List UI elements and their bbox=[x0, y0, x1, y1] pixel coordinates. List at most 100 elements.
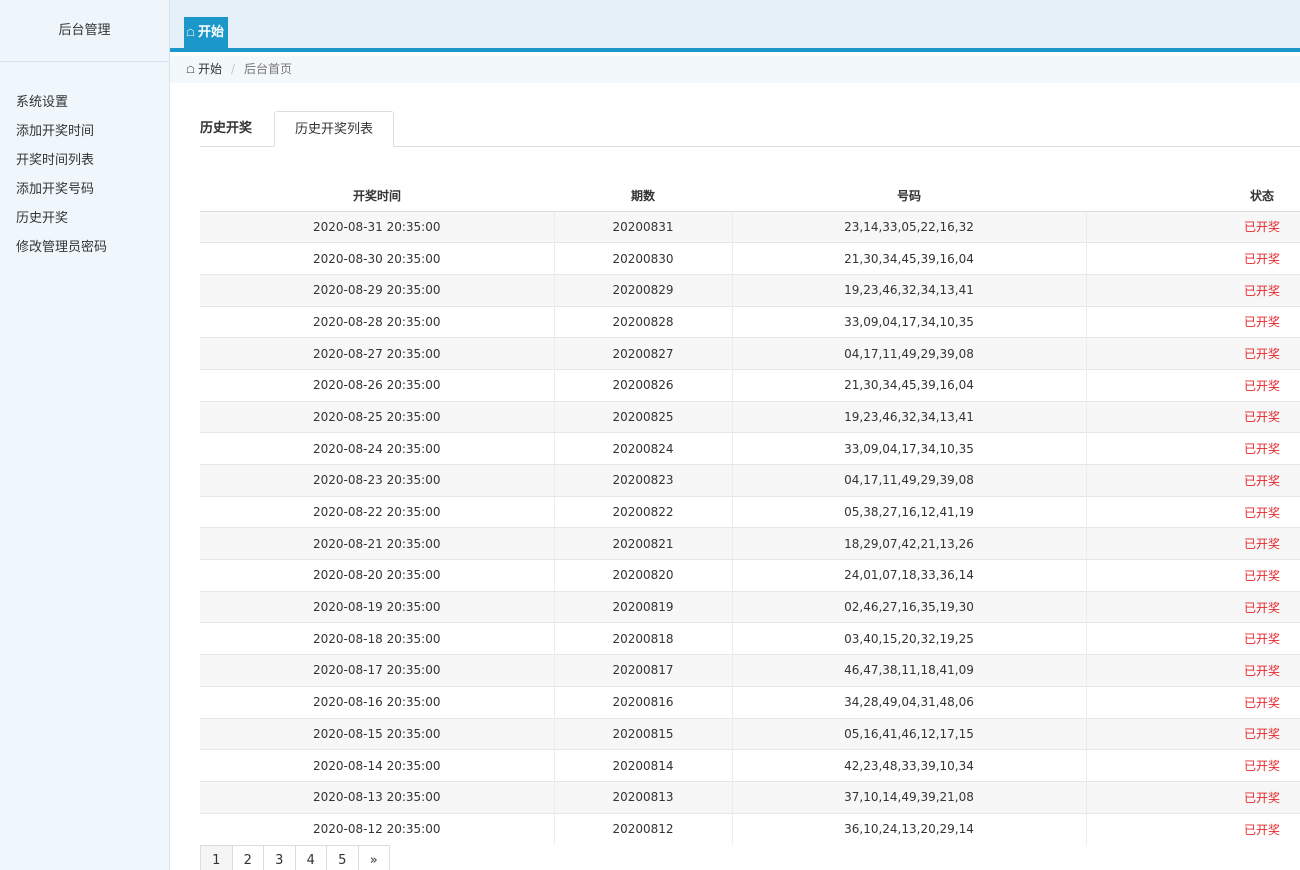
sidebar-item-add-draw-time[interactable]: 添加开奖时间 bbox=[0, 117, 169, 146]
cell-status: 已开奖 bbox=[1086, 464, 1300, 497]
table-row: 2020-08-31 20:35:00 20200831 23,14,33,05,2… bbox=[200, 210, 1300, 243]
home-icon: ☖ bbox=[186, 28, 195, 39]
cell-numbers: 24,01,07,18,33,36,14 bbox=[732, 559, 1087, 592]
cell-status: 已开奖 bbox=[1086, 527, 1300, 560]
cell-numbers: 02,46,27,16,35,19,30 bbox=[732, 590, 1087, 623]
cell-period: 20200828 bbox=[554, 305, 733, 338]
cell-status: 已开奖 bbox=[1086, 780, 1300, 814]
sidebar-item-draw-time-list[interactable]: 开奖时间列表 bbox=[0, 146, 169, 175]
sidebar: 后台管理 系统设置 添加开奖时间 开奖时间列表 添加开奖号码 历史开奖 修改管理… bbox=[0, 0, 170, 870]
cell-draw-time: 2020-08-25 20:35:00 bbox=[200, 400, 555, 433]
table-row: 2020-08-18 20:35:00 20200818 03,40,15,20,3… bbox=[200, 622, 1300, 655]
cell-numbers: 05,38,27,16,12,41,19 bbox=[732, 495, 1087, 528]
draw-history-table-container: 开奖时间 期数 号码 状态 2020-08-31 20:35:00 2020083… bbox=[200, 180, 1300, 845]
sidebar-item-system-settings[interactable]: 系统设置 bbox=[0, 88, 169, 117]
page-button-4[interactable]: 4 bbox=[294, 845, 327, 870]
cell-period: 20200829 bbox=[554, 273, 733, 307]
table-row: 2020-08-23 20:35:00 20200823 04,17,11,49,2… bbox=[200, 464, 1300, 497]
table-header-row: 开奖时间 期数 号码 状态 bbox=[200, 180, 1300, 212]
cell-period: 20200815 bbox=[554, 717, 733, 750]
cell-status: 已开奖 bbox=[1086, 749, 1300, 782]
column-header-period: 期数 bbox=[554, 180, 732, 212]
cell-draw-time: 2020-08-31 20:35:00 bbox=[200, 210, 555, 243]
cell-draw-time: 2020-08-15 20:35:00 bbox=[200, 717, 555, 750]
cell-numbers: 42,23,48,33,39,10,34 bbox=[732, 749, 1087, 782]
table-row: 2020-08-21 20:35:00 20200821 18,29,07,42,2… bbox=[200, 527, 1300, 560]
sidebar-item-draw-history[interactable]: 历史开奖 bbox=[0, 204, 169, 233]
cell-draw-time: 2020-08-19 20:35:00 bbox=[200, 590, 555, 623]
table-row: 2020-08-20 20:35:00 20200820 24,01,07,18,3… bbox=[200, 559, 1300, 592]
cell-period: 20200831 bbox=[554, 210, 733, 243]
page-button-5[interactable]: 5 bbox=[326, 845, 359, 870]
table-row: 2020-08-15 20:35:00 20200815 05,16,41,46,1… bbox=[200, 717, 1300, 750]
table-row: 2020-08-19 20:35:00 20200819 02,46,27,16,3… bbox=[200, 590, 1300, 623]
table-body: 2020-08-31 20:35:00 20200831 23,14,33,05,2… bbox=[200, 210, 1300, 845]
cell-status: 已开奖 bbox=[1086, 242, 1300, 275]
cell-draw-time: 2020-08-22 20:35:00 bbox=[200, 495, 555, 528]
cell-numbers: 19,23,46,32,34,13,41 bbox=[732, 273, 1087, 307]
cell-draw-time: 2020-08-27 20:35:00 bbox=[200, 337, 555, 370]
brand-title: 后台管理 bbox=[0, 0, 169, 62]
cell-period: 20200825 bbox=[554, 400, 733, 433]
cell-period: 20200823 bbox=[554, 464, 733, 497]
page-button-1[interactable]: 1 bbox=[200, 845, 233, 870]
cell-period: 20200824 bbox=[554, 432, 733, 465]
tab-draw-history[interactable]: 历史开奖 bbox=[200, 111, 252, 147]
table-row: 2020-08-17 20:35:00 20200817 46,47,38,11,1… bbox=[200, 654, 1300, 687]
cell-period: 20200813 bbox=[554, 780, 733, 814]
cell-numbers: 05,16,41,46,12,17,15 bbox=[732, 717, 1087, 750]
table-row: 2020-08-16 20:35:00 20200816 34,28,49,04,3… bbox=[200, 685, 1300, 718]
cell-period: 20200818 bbox=[554, 622, 733, 655]
page-next-button[interactable]: » bbox=[357, 845, 390, 870]
table-row: 2020-08-22 20:35:00 20200822 05,38,27,16,1… bbox=[200, 495, 1300, 528]
page-button-2[interactable]: 2 bbox=[231, 845, 264, 870]
column-header-draw-time: 开奖时间 bbox=[200, 180, 554, 212]
page-button-3[interactable]: 3 bbox=[263, 845, 296, 870]
cell-draw-time: 2020-08-20 20:35:00 bbox=[200, 559, 555, 592]
cell-numbers: 33,09,04,17,34,10,35 bbox=[732, 432, 1087, 465]
sidebar-item-change-admin-password[interactable]: 修改管理员密码 bbox=[0, 233, 169, 262]
cell-draw-time: 2020-08-26 20:35:00 bbox=[200, 368, 555, 402]
breadcrumb-home[interactable]: 开始 bbox=[198, 62, 222, 76]
table-row: 2020-08-25 20:35:00 20200825 19,23,46,32,3… bbox=[200, 400, 1300, 433]
cell-numbers: 21,30,34,45,39,16,04 bbox=[732, 242, 1087, 275]
cell-status: 已开奖 bbox=[1086, 559, 1300, 592]
cell-draw-time: 2020-08-21 20:35:00 bbox=[200, 527, 555, 560]
top-tab-bar: ☖ 开始 bbox=[170, 0, 1300, 52]
cell-numbers: 03,40,15,20,32,19,25 bbox=[732, 622, 1087, 655]
column-header-numbers: 号码 bbox=[732, 180, 1086, 212]
cell-numbers: 37,10,14,49,39,21,08 bbox=[732, 780, 1087, 814]
cell-draw-time: 2020-08-28 20:35:00 bbox=[200, 305, 555, 338]
cell-draw-time: 2020-08-29 20:35:00 bbox=[200, 273, 555, 307]
cell-status: 已开奖 bbox=[1086, 654, 1300, 687]
cell-draw-time: 2020-08-24 20:35:00 bbox=[200, 432, 555, 465]
table-row: 2020-08-24 20:35:00 20200824 33,09,04,17,3… bbox=[200, 432, 1300, 465]
breadcrumb-current: 后台首页 bbox=[244, 62, 293, 76]
cell-status: 已开奖 bbox=[1086, 305, 1300, 338]
cell-draw-time: 2020-08-18 20:35:00 bbox=[200, 622, 555, 655]
table-row: 2020-08-12 20:35:00 20200812 36,10,24,13,2… bbox=[200, 812, 1300, 845]
cell-period: 20200830 bbox=[554, 242, 733, 275]
cell-status: 已开奖 bbox=[1086, 812, 1300, 845]
breadcrumb-separator: / bbox=[230, 62, 236, 76]
cell-draw-time: 2020-08-13 20:35:00 bbox=[200, 780, 555, 814]
cell-period: 20200822 bbox=[554, 495, 733, 528]
cell-numbers: 21,30,34,45,39,16,04 bbox=[732, 368, 1087, 402]
cell-numbers: 19,23,46,32,34,13,41 bbox=[732, 400, 1087, 433]
tab-draw-history-list[interactable]: 历史开奖列表 bbox=[274, 111, 394, 147]
home-icon: ☖ bbox=[186, 65, 195, 76]
table-row: 2020-08-14 20:35:00 20200814 42,23,48,33,3… bbox=[200, 749, 1300, 782]
tab-start[interactable]: ☖ 开始 bbox=[184, 17, 228, 48]
cell-status: 已开奖 bbox=[1086, 495, 1300, 528]
table-row: 2020-08-28 20:35:00 20200828 33,09,04,17,3… bbox=[200, 305, 1300, 338]
cell-status: 已开奖 bbox=[1086, 337, 1300, 370]
cell-draw-time: 2020-08-14 20:35:00 bbox=[200, 749, 555, 782]
sidebar-item-add-draw-number[interactable]: 添加开奖号码 bbox=[0, 175, 169, 204]
cell-period: 20200814 bbox=[554, 749, 733, 782]
cell-draw-time: 2020-08-17 20:35:00 bbox=[200, 654, 555, 687]
cell-period: 20200812 bbox=[554, 812, 733, 845]
cell-status: 已开奖 bbox=[1086, 590, 1300, 623]
sidebar-menu: 系统设置 添加开奖时间 开奖时间列表 添加开奖号码 历史开奖 修改管理员密码 bbox=[0, 62, 169, 262]
cell-status: 已开奖 bbox=[1086, 432, 1300, 465]
cell-status: 已开奖 bbox=[1086, 685, 1300, 718]
